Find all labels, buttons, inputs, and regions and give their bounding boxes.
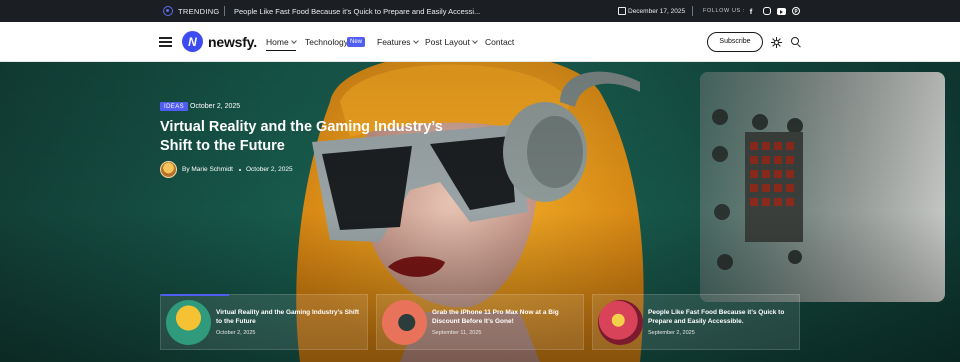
nav-contact-label: Contact: [485, 37, 515, 47]
card-thumbnail: [166, 300, 211, 345]
nav-technology[interactable]: Technology: [305, 37, 348, 47]
separator-dot: [239, 169, 241, 171]
author-name[interactable]: By Marie Schmidt: [182, 166, 233, 173]
card-date: October 2, 2025: [216, 330, 256, 336]
facebook-icon[interactable]: f: [746, 6, 756, 16]
youtube-icon[interactable]: [777, 8, 786, 15]
hero-section[interactable]: IDEAS October 2, 2025 Virtual Reality an…: [0, 62, 960, 362]
current-date: December 17, 2025: [628, 7, 686, 15]
nav-home[interactable]: Home: [266, 37, 297, 51]
featured-card[interactable]: People Like Fast Food Because it’s Quick…: [592, 294, 800, 350]
instagram-icon[interactable]: [763, 7, 771, 15]
nav-features[interactable]: Features: [377, 37, 419, 47]
author-date: October 2, 2025: [246, 166, 293, 173]
avatar[interactable]: [160, 161, 177, 178]
hero-title[interactable]: Virtual Reality and the Gaming Industry’…: [160, 118, 460, 156]
divider: [224, 6, 225, 16]
new-badge: New: [347, 37, 366, 47]
featured-card[interactable]: Grab the iPhone 11 Pro Max Now at a Big …: [376, 294, 584, 350]
menu-icon[interactable]: [159, 37, 172, 47]
card-thumbnail: [382, 300, 427, 345]
card-title: People Like Fast Food Because it’s Quick…: [648, 309, 785, 325]
trending-ticker-link[interactable]: People Like Fast Food Because it’s Quick…: [234, 7, 480, 16]
card-title: Virtual Reality and the Gaming Industry’…: [216, 309, 360, 325]
follow-us-label: FOLLOW US :: [703, 8, 746, 14]
search-icon[interactable]: [791, 37, 801, 48]
nav-home-label: Home: [266, 37, 289, 47]
subscribe-button[interactable]: Subscribe: [707, 32, 763, 52]
hero-date: October 2, 2025: [190, 103, 241, 110]
nav-technology-label: Technology: [305, 37, 349, 47]
nav-post-layout[interactable]: Post Layout: [425, 37, 478, 47]
calendar-icon: [618, 7, 626, 15]
card-title: Grab the iPhone 11 Pro Max Now at a Big …: [432, 309, 559, 325]
category-badge[interactable]: IDEAS: [160, 102, 189, 111]
divider: [692, 6, 693, 16]
trending-label: TRENDING: [178, 7, 220, 16]
nav-post-layout-label: Post Layout: [425, 37, 470, 47]
top-bar: TRENDING People Like Fast Food Because i…: [0, 0, 960, 22]
featured-card[interactable]: Virtual Reality and the Gaming Industry’…: [160, 294, 368, 350]
card-date: September 2, 2025: [648, 330, 695, 336]
nav-features-label: Features: [377, 37, 411, 47]
featured-cards: Virtual Reality and the Gaming Industry’…: [160, 294, 800, 350]
logo-text[interactable]: newsfy.: [208, 34, 257, 50]
card-thumbnail: [598, 300, 643, 345]
chevron-down-icon: [290, 38, 297, 44]
chevron-down-icon: [412, 38, 419, 44]
logo-mark[interactable]: N: [182, 31, 203, 52]
chevron-down-icon: [472, 38, 478, 44]
theme-toggle-icon[interactable]: [770, 36, 782, 48]
card-date: September 11, 2025: [432, 330, 482, 336]
site-header: N newsfy. Home Technology New Features P…: [0, 22, 960, 62]
trending-icon: [163, 6, 173, 16]
nav-contact[interactable]: Contact: [485, 37, 514, 47]
pinterest-icon[interactable]: p: [792, 7, 800, 15]
